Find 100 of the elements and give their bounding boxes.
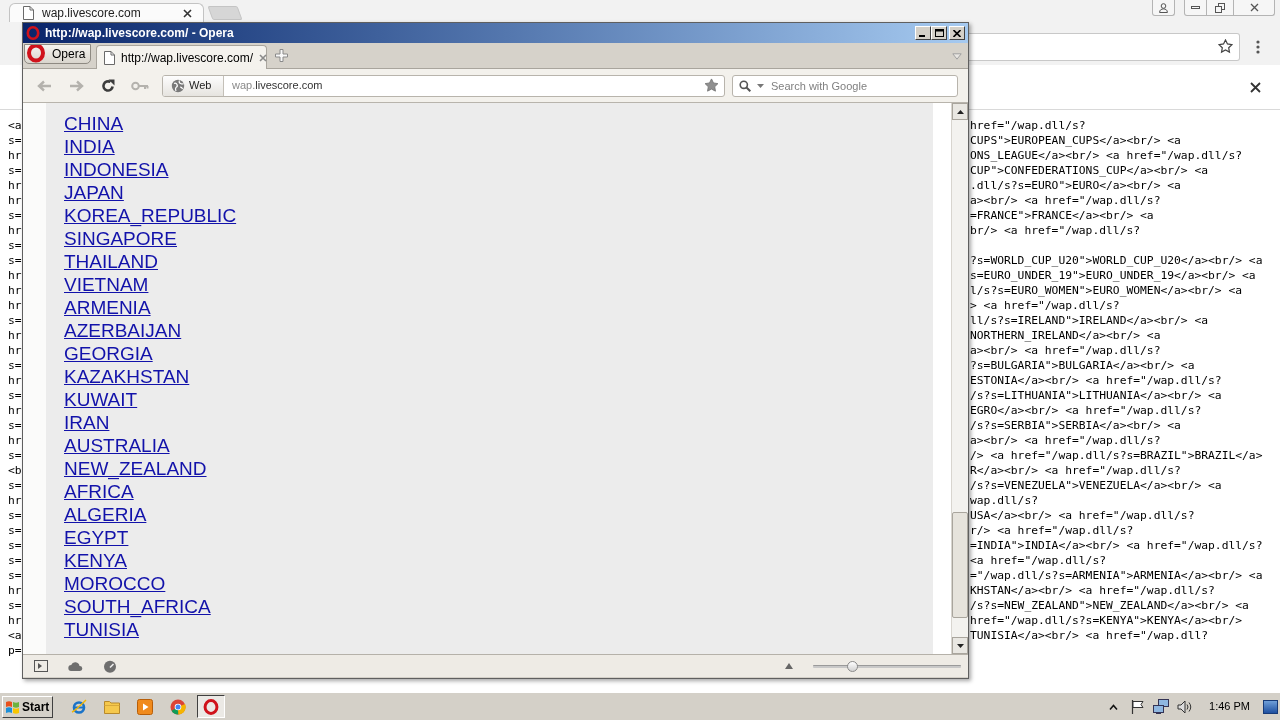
code-text: l/s?s=EURO_WOMEN">EURO_WOMEN</a><br/> <a [970, 283, 1243, 298]
country-link[interactable]: NEW_ZEALAND [64, 457, 207, 480]
country-link[interactable]: JAPAN [64, 181, 124, 204]
speaker-icon[interactable] [1177, 699, 1193, 714]
maximize-icon [934, 29, 944, 37]
maximize-button[interactable] [931, 26, 947, 40]
chevron-up-icon[interactable] [1109, 703, 1119, 710]
country-link[interactable]: KOREA_REPUBLIC [64, 204, 237, 227]
zoom-slider-track[interactable] [813, 660, 961, 672]
code-text: <a [8, 118, 22, 133]
code-text: > <a href="/wap.dll/s? [970, 298, 1120, 313]
close-icon[interactable] [183, 8, 192, 18]
address-bar[interactable]: Web wap.livescore.com [162, 74, 725, 97]
code-text: p= [8, 643, 22, 658]
code-text: ?s=BULGARIA">BULGARIA</a><br/> <a [970, 358, 1195, 373]
country-link[interactable]: EGYPT [64, 526, 129, 549]
code-text: CUP">CONFEDERATIONS_CUP</a><br/> <a [970, 163, 1209, 178]
profile-button[interactable] [1152, 0, 1175, 16]
code-text: R</a><br/> <a href="/wap.dll/s? [970, 463, 1181, 478]
country-link[interactable]: MOROCCO [64, 572, 166, 595]
forward-arrow-icon [68, 79, 84, 92]
triangle-up-icon[interactable] [785, 663, 793, 669]
code-text: s= [8, 163, 22, 178]
star-icon[interactable] [704, 78, 719, 93]
code-text: ll/s?s=IRELAND">IRELAND</a><br/> <a [970, 313, 1209, 328]
e-logo-icon[interactable] [70, 698, 87, 715]
panel-icon[interactable] [34, 660, 48, 672]
star-icon[interactable] [1218, 39, 1233, 54]
code-text: s= [8, 553, 22, 568]
search-field[interactable]: Search with Google [732, 74, 958, 97]
back-arrow-icon [36, 79, 52, 92]
plus-icon[interactable] [275, 49, 288, 62]
code-text: wap.dll/s? [970, 493, 1038, 508]
close-icon [1249, 3, 1259, 12]
code-text: r/> <a href="/wap.dll/s? [970, 523, 1134, 538]
code-text: s= [8, 208, 22, 223]
browser-logo-icon[interactable] [169, 698, 186, 715]
close-icon[interactable] [1250, 81, 1261, 93]
caret-icon[interactable] [757, 83, 764, 88]
code-text: ESTONIA</a><br/> <a href="/wap.dll/s? [970, 373, 1222, 388]
menu-button[interactable]: Opera [24, 44, 91, 64]
address-field[interactable] [969, 32, 1240, 61]
country-link[interactable]: ALGERIA [64, 503, 147, 526]
gauge-icon[interactable] [103, 659, 117, 673]
code-text: hr [8, 268, 22, 283]
start-button[interactable]: Start [2, 695, 53, 718]
network-icon[interactable] [1153, 699, 1170, 714]
code-text: a><br/> <a href="/wap.dll/s? [970, 193, 1161, 208]
country-link[interactable]: INDIA [64, 135, 115, 158]
country-link[interactable]: TUNISIA [64, 618, 139, 641]
browser-tab[interactable]: wap.livescore.com [9, 3, 204, 22]
country-link[interactable]: KAZAKHSTAN [64, 365, 190, 388]
media-player-icon[interactable] [136, 698, 153, 715]
scroll-up-button[interactable] [952, 103, 968, 120]
web-badge-button[interactable]: Web [163, 75, 224, 96]
code-text: /s?s=NEW_ZEALAND">NEW_ZEALAND</a><br/> <a [970, 598, 1249, 613]
code-text: ONS_LEAGUE</a><br/> <a href="/wap.dll/s? [970, 148, 1243, 163]
scrollbar-thumb[interactable] [952, 512, 968, 618]
code-text: TUNISIA</a><br/> <a href="/wap.dll? [970, 628, 1209, 643]
code-text: hr [8, 493, 22, 508]
minimize-button[interactable] [1184, 0, 1207, 16]
country-link[interactable]: SINGAPORE [64, 227, 177, 250]
code-text: s= [8, 133, 22, 148]
menu-icon[interactable] [1256, 39, 1260, 54]
code-text: hr [8, 283, 22, 298]
country-link[interactable]: AUSTRALIA [64, 434, 170, 457]
restore-button[interactable] [1207, 0, 1234, 16]
code-text: USA</a><br/> <a href="/wap.dll/s? [970, 508, 1195, 523]
country-link[interactable]: ARMENIA [64, 296, 151, 319]
flag-icon[interactable] [1131, 699, 1145, 714]
url-text: wap.livescore.com [232, 78, 323, 94]
code-text: ?s=WORLD_CUP_U20">WORLD_CUP_U20</a><br/> <a [970, 253, 1263, 268]
code-text: /s?s=LITHUANIA">LITHUANIA</a><br/> <a [970, 388, 1222, 403]
country-link[interactable]: AFRICA [64, 480, 134, 503]
country-link[interactable]: CHINA [64, 112, 124, 135]
country-link[interactable]: THAILAND [64, 250, 158, 273]
country-link[interactable]: GEORGIA [64, 342, 153, 365]
search-input[interactable]: Search with Google [771, 76, 957, 95]
code-text: <a href="/wap.dll/s? [970, 553, 1107, 568]
window-title: http://wap.livescore.com/ - Opera [45, 25, 234, 42]
code-text: hr [8, 148, 22, 163]
country-link[interactable]: IRAN [64, 411, 110, 434]
country-link[interactable]: SOUTH_AFRICA [64, 595, 211, 618]
taskbar-button[interactable] [196, 695, 225, 718]
zoom-slider-thumb[interactable] [847, 660, 859, 672]
code-text: s= [8, 388, 22, 403]
cloud-icon[interactable] [68, 661, 83, 671]
code-text: s= [8, 358, 22, 373]
scroll-down-button[interactable] [952, 637, 968, 654]
country-link[interactable]: INDONESIA [64, 158, 169, 181]
search-icon [739, 79, 751, 92]
code-text: br/> <a href="/wap.dll/s? [970, 223, 1141, 238]
show-desktop-button[interactable] [1263, 699, 1278, 714]
code-text: /> <a href="/wap.dll/s?s=BRAZIL">BRAZIL</a> [970, 448, 1263, 463]
code-text: hr [8, 373, 22, 388]
browser-tab[interactable]: http://wap.livescore.com/ [96, 45, 267, 69]
country-link[interactable]: KUWAIT [64, 388, 138, 411]
country-link[interactable]: KENYA [64, 549, 127, 572]
country-link[interactable]: AZERBAIJAN [64, 319, 182, 342]
country-link[interactable]: VIETNAM [64, 273, 149, 296]
